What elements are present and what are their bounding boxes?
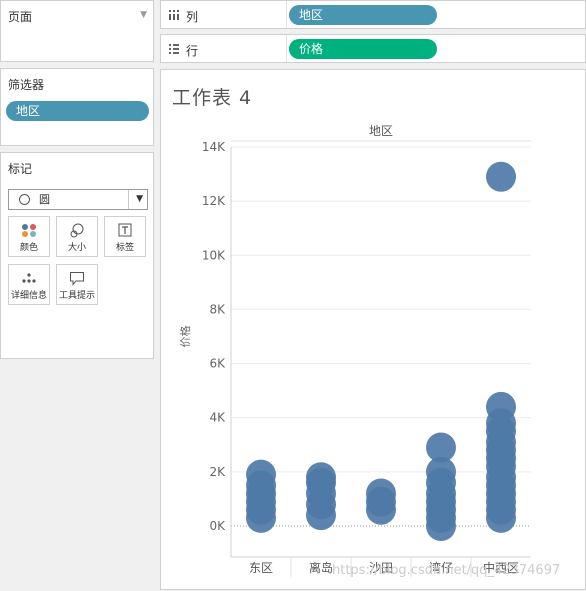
row-pill-price[interactable]: 价格 (289, 39, 437, 59)
marks-color-label: 颜色 (19, 243, 38, 253)
marks-label-button[interactable]: 标签 (104, 216, 146, 257)
circle-icon (19, 194, 30, 205)
filters-card: 筛选器 地区 (0, 68, 154, 146)
x-tick-label: 离岛 (309, 560, 333, 575)
y-tick-label: 14K (202, 140, 226, 154)
marks-layer (246, 161, 516, 541)
scatter-chart[interactable]: 地区0K2K4K6K8K10K12K14K价格东区 离岛 沙田 湾仔 中西区 (161, 70, 586, 591)
chevron-down-icon: ▼ (136, 194, 143, 204)
filters-title: 筛选器 (8, 78, 45, 92)
tooltip-bubble-icon (70, 272, 84, 286)
marks-title: 标记 (8, 162, 33, 176)
data-point[interactable] (246, 459, 276, 490)
data-point[interactable] (366, 478, 396, 509)
mark-type-label: 圆 (39, 193, 50, 206)
marks-detail-button[interactable]: 详细信息 (8, 264, 50, 305)
marks-text-label: 标签 (115, 243, 134, 253)
data-point[interactable] (426, 432, 456, 463)
column-pill-region[interactable]: 地区 (289, 5, 437, 25)
marks-card: 标记 圆 ▼ 颜色 大小 标签 详细信息 工具提示 (0, 152, 154, 359)
y-tick-label: 6K (209, 357, 226, 371)
worksheet[interactable]: 工作表 4 地区 0K 2K 4K 6K 8K 10K 12K 14K 价格 东区 离岛 沙田 湾仔 中西区 (160, 69, 586, 590)
x-tick-label: 东区 (249, 561, 273, 575)
pages-title: 页面 (8, 10, 33, 24)
chevron-down-icon[interactable]: ▼ (140, 10, 147, 20)
text-label-icon (118, 223, 132, 237)
marks-size-label: 大小 (67, 243, 86, 253)
rows-icon (169, 44, 179, 54)
y-tick-label: 0K (209, 519, 226, 533)
detail-dots-icon (22, 273, 36, 283)
marks-tooltip-label: 工具提示 (58, 291, 95, 301)
marks-color-button[interactable]: 颜色 (8, 216, 50, 257)
filter-pill-region[interactable]: 地区 (6, 101, 149, 121)
marks-tooltip-button[interactable]: 工具提示 (56, 264, 98, 305)
size-circles-icon (70, 223, 84, 238)
columns-shelf: 列 地区 (160, 0, 586, 29)
y-tick-label: 8K (209, 302, 226, 316)
data-point[interactable] (486, 161, 516, 192)
data-point[interactable] (306, 462, 336, 493)
columns-shelf-label: 列 (186, 10, 199, 24)
columns-icon (169, 10, 179, 20)
color-dots-icon (22, 224, 36, 237)
y-tick-label: 12K (202, 194, 226, 208)
mark-type-dropdown[interactable]: 圆 ▼ (8, 189, 148, 210)
rows-shelf-label: 行 (186, 44, 199, 58)
watermark-text: https://blog.csdn.net/qq_42374697 (332, 563, 561, 578)
rows-shelf: 行 价格 (160, 34, 586, 63)
marks-size-button[interactable]: 大小 (56, 216, 98, 257)
y-tick-label: 2K (209, 465, 226, 479)
y-axis-label: 价格 (178, 326, 192, 348)
pages-card[interactable]: 页面 ▼ (0, 0, 154, 62)
y-tick-label: 10K (202, 248, 226, 262)
data-point[interactable] (486, 391, 516, 422)
y-tick-label: 4K (209, 411, 226, 425)
column-header: 地区 (369, 124, 393, 138)
marks-detail-label: 详细信息 (10, 291, 47, 301)
